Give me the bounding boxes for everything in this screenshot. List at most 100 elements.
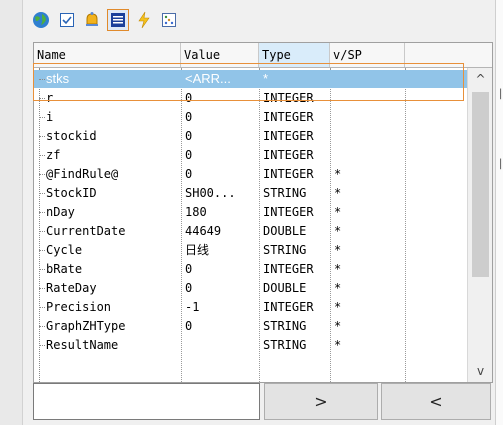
- cell-type: INTEGER: [263, 262, 314, 276]
- table-row[interactable]: nDay 180 INTEGER *: [34, 203, 467, 221]
- cell-name: stockid: [46, 129, 97, 143]
- cell-type: INTEGER: [263, 148, 314, 162]
- cell-value: 0: [185, 167, 193, 181]
- cell-type: INTEGER: [263, 300, 314, 314]
- table-row[interactable]: ResultName STRING *: [34, 336, 467, 354]
- globe-icon[interactable]: [31, 10, 51, 30]
- table-row[interactable]: bRate 0 INTEGER *: [34, 260, 467, 278]
- table-row[interactable]: stockid 0 INTEGER: [34, 127, 467, 145]
- cell-value: 0: [185, 91, 193, 105]
- cell-name: zf: [46, 148, 61, 162]
- tree-connector: [39, 136, 45, 137]
- cell-value: 0: [185, 110, 193, 124]
- table-row[interactable]: @FindRule@ 0 INTEGER *: [34, 165, 467, 183]
- table-row[interactable]: RateDay 0 DOUBLE *: [34, 279, 467, 297]
- cell-name: Cycle: [46, 243, 83, 257]
- cell-name: @FindRule@: [46, 167, 119, 181]
- cell-type: INTEGER: [263, 129, 314, 143]
- cell-type: INTEGER: [263, 110, 314, 124]
- cell-vsp: *: [334, 205, 342, 219]
- cell-vsp: *: [334, 262, 342, 276]
- tree-connector: [39, 231, 45, 232]
- cell-name: StockID: [46, 186, 97, 200]
- expression-field[interactable]: [39, 389, 243, 416]
- cell-value: 0: [185, 281, 193, 295]
- vertical-scrollbar[interactable]: ^ v: [467, 68, 492, 382]
- table-row[interactable]: i 0 INTEGER: [34, 108, 467, 126]
- cell-value: 0: [185, 262, 193, 276]
- cell-name: nDay: [46, 205, 75, 219]
- cell-type: INTEGER: [263, 167, 314, 181]
- cell-type: DOUBLE: [263, 281, 307, 295]
- cell-type: INTEGER: [263, 91, 314, 105]
- table-row[interactable]: Cycle 日线 STRING *: [34, 241, 467, 259]
- document-check-icon[interactable]: [57, 10, 77, 30]
- next-button[interactable]: >: [264, 383, 378, 420]
- tree-connector: [39, 212, 45, 213]
- cell-type: STRING: [263, 338, 307, 352]
- left-panel-strip: [0, 0, 23, 425]
- scroll-up-arrow[interactable]: ^: [468, 68, 492, 90]
- cell-vsp: *: [334, 167, 342, 181]
- list-view-icon[interactable]: [107, 9, 129, 31]
- tree-connector: [39, 174, 45, 175]
- table-row[interactable]: zf 0 INTEGER: [34, 146, 467, 164]
- cell-name: i: [46, 110, 54, 124]
- table-row[interactable]: CurrentDate 44649 DOUBLE *: [34, 222, 467, 240]
- cell-value: 180: [185, 205, 207, 219]
- cell-name: stks: [46, 71, 70, 86]
- cell-name: RateDay: [46, 281, 97, 295]
- column-header-type[interactable]: Type: [259, 43, 330, 67]
- cell-value: 44649: [185, 224, 222, 238]
- cell-vsp: *: [334, 186, 342, 200]
- cell-vsp: [334, 108, 403, 126]
- expression-input[interactable]: [33, 383, 260, 420]
- cell-vsp: *: [334, 243, 342, 257]
- table-row[interactable]: GraphZHType 0 STRING *: [34, 317, 467, 335]
- column-header-vsp[interactable]: v/SP: [330, 43, 405, 67]
- cell-type: STRING: [263, 243, 307, 257]
- prev-button[interactable]: <: [381, 383, 491, 420]
- watch-panel: Name Value Type v/SP stks <ARR... * r 0 INTEG…: [23, 0, 495, 425]
- table-row[interactable]: Precision -1 INTEGER *: [34, 298, 467, 316]
- cell-vsp: *: [334, 224, 342, 238]
- cell-value: 0: [185, 129, 193, 143]
- cell-type: INTEGER: [263, 205, 314, 219]
- cell-vsp: [334, 127, 403, 145]
- cell-type: STRING: [263, 186, 307, 200]
- cell-value: SH00...: [185, 186, 236, 200]
- bell-icon[interactable]: [82, 10, 102, 30]
- cell-value: -1: [185, 300, 200, 314]
- cell-value: <ARR...: [185, 71, 231, 86]
- table-row[interactable]: StockID SH00... STRING *: [34, 184, 467, 202]
- table-row[interactable]: r 0 INTEGER: [34, 89, 467, 107]
- scrollbar-thumb[interactable]: [472, 92, 489, 277]
- column-header-name[interactable]: Name: [34, 43, 181, 67]
- cell-name: GraphZHType: [46, 319, 126, 333]
- cell-vsp: [334, 89, 403, 107]
- cell-type: DOUBLE: [263, 224, 307, 238]
- scroll-down-arrow[interactable]: v: [468, 360, 492, 382]
- cell-name: CurrentDate: [46, 224, 126, 238]
- cell-name: ResultName: [46, 338, 119, 352]
- cell-vsp: [334, 70, 403, 88]
- cell-vsp: *: [334, 319, 342, 333]
- tree-connector: [39, 98, 45, 99]
- cell-name: Precision: [46, 300, 112, 314]
- bottom-bar: > <: [33, 383, 491, 423]
- cell-vsp: *: [334, 281, 342, 295]
- tree-connector: [39, 117, 45, 118]
- table-row[interactable]: stks <ARR... *: [34, 70, 467, 88]
- lightning-icon[interactable]: [134, 10, 154, 30]
- tree-connector: [39, 79, 45, 80]
- tree-connector: [39, 193, 45, 194]
- cell-type: STRING: [263, 319, 307, 333]
- cell-value: 日线: [185, 243, 210, 257]
- tree-connector: [39, 345, 45, 346]
- grid-dots-icon[interactable]: [159, 10, 179, 30]
- tree-connector: [39, 326, 45, 327]
- cell-vsp: [334, 146, 403, 164]
- cell-name: r: [46, 91, 54, 105]
- tree-connector: [39, 307, 45, 308]
- column-header-value[interactable]: Value: [181, 43, 259, 67]
